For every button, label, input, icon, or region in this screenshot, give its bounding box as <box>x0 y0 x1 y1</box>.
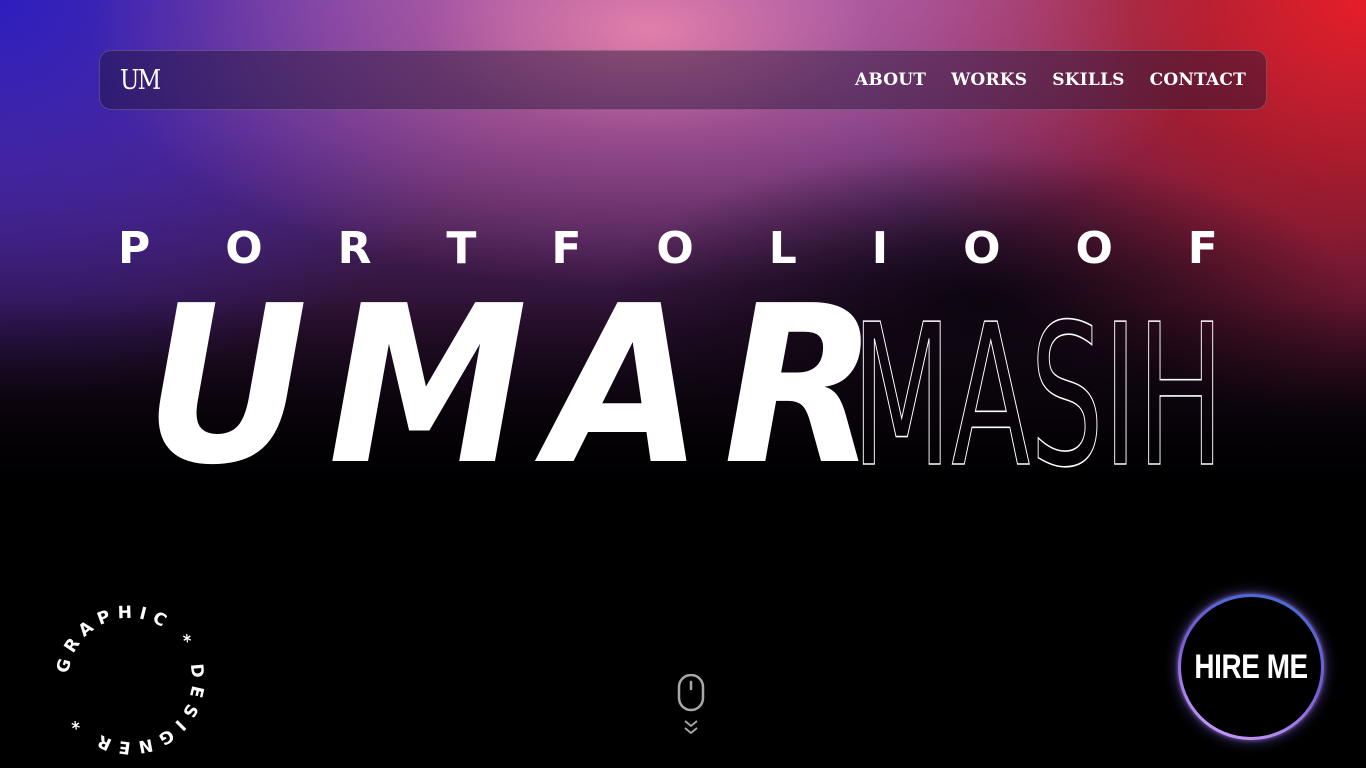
portfolio-page: UM ABOUT WORKS SKILLS CONTACT P O R T F … <box>0 0 1366 768</box>
double-chevron-down-icon <box>684 720 698 735</box>
badge-text: GRAPHIC * DESIGNER * <box>53 603 208 758</box>
hero-first-name: UMAR <box>145 260 899 513</box>
hire-me-button[interactable]: HIRE ME <box>1178 594 1324 740</box>
badge-svg: GRAPHIC * DESIGNER * <box>53 603 208 758</box>
hero-last-name: MASIH <box>850 308 1230 468</box>
last-name-svg: MASIH <box>851 308 1225 468</box>
nav-link-skills[interactable]: SKILLS <box>1052 70 1124 90</box>
hire-me-label: HIRE ME <box>1194 647 1308 686</box>
top-navbar: UM ABOUT WORKS SKILLS CONTACT <box>99 50 1267 110</box>
scroll-indicator[interactable] <box>676 673 706 740</box>
nav-link-contact[interactable]: CONTACT <box>1150 70 1246 90</box>
nav-link-about[interactable]: ABOUT <box>855 70 926 90</box>
site-logo[interactable]: UM <box>120 65 161 96</box>
kicker-letter: O <box>963 223 1001 274</box>
last-name-text: MASIH <box>852 308 1224 468</box>
nav-link-works[interactable]: WORKS <box>951 70 1027 90</box>
nav-links: ABOUT WORKS SKILLS CONTACT <box>855 70 1246 90</box>
kicker-letter: F <box>1187 223 1218 274</box>
badge-text-path: GRAPHIC * DESIGNER * <box>53 603 201 758</box>
kicker-letter: O <box>1075 223 1113 274</box>
graphic-designer-badge: GRAPHIC * DESIGNER * <box>50 600 210 760</box>
